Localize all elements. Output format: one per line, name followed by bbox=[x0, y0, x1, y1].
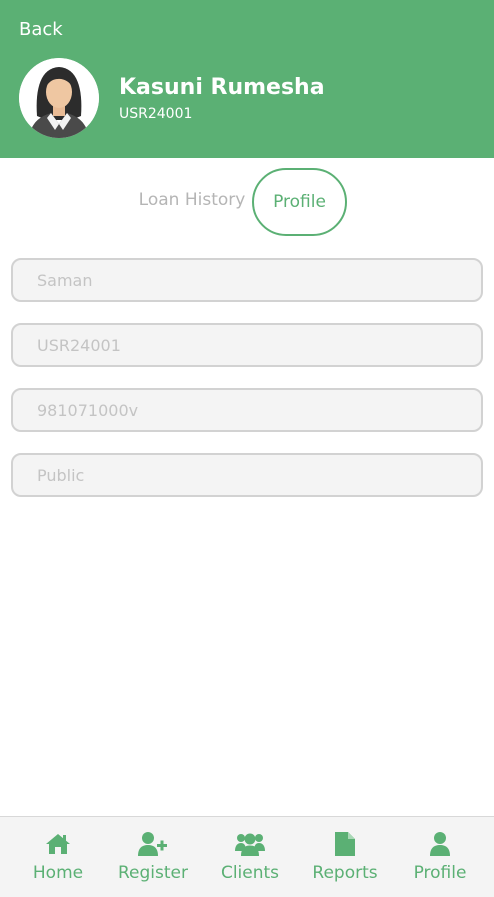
nav-register-label: Register bbox=[118, 863, 188, 883]
tab-profile[interactable]: Profile bbox=[252, 168, 347, 236]
profile-header: Back Kasuni Rumesha USR24001 bbox=[0, 0, 494, 158]
tab-loan-history[interactable]: Loan History bbox=[133, 168, 251, 232]
woman-avatar-icon bbox=[19, 58, 99, 138]
user-type-field[interactable] bbox=[11, 453, 483, 497]
user-plus-icon bbox=[138, 832, 167, 856]
nav-reports[interactable]: Reports bbox=[308, 831, 382, 891]
back-button[interactable]: Back bbox=[19, 19, 63, 40]
nic-field[interactable] bbox=[11, 388, 483, 432]
nav-reports-label: Reports bbox=[312, 863, 378, 883]
name-field[interactable] bbox=[11, 258, 483, 302]
bottom-nav: Home Register Clients Reports Profile bbox=[0, 816, 494, 897]
user-name: Kasuni Rumesha bbox=[119, 75, 325, 100]
nav-clients[interactable]: Clients bbox=[214, 831, 286, 891]
home-icon bbox=[46, 834, 70, 854]
user-icon bbox=[430, 832, 450, 856]
nav-profile[interactable]: Profile bbox=[404, 831, 476, 891]
nav-home-label: Home bbox=[32, 863, 84, 883]
avatar bbox=[19, 58, 99, 138]
file-icon bbox=[335, 832, 355, 856]
nav-profile-label: Profile bbox=[413, 863, 467, 883]
users-icon bbox=[235, 833, 265, 856]
user-id-field[interactable] bbox=[11, 323, 483, 367]
tab-bar: Loan History Profile bbox=[0, 168, 494, 236]
nav-clients-label: Clients bbox=[220, 863, 280, 883]
nav-register[interactable]: Register bbox=[112, 831, 194, 891]
user-id: USR24001 bbox=[119, 106, 193, 122]
nav-home[interactable]: Home bbox=[22, 831, 94, 891]
